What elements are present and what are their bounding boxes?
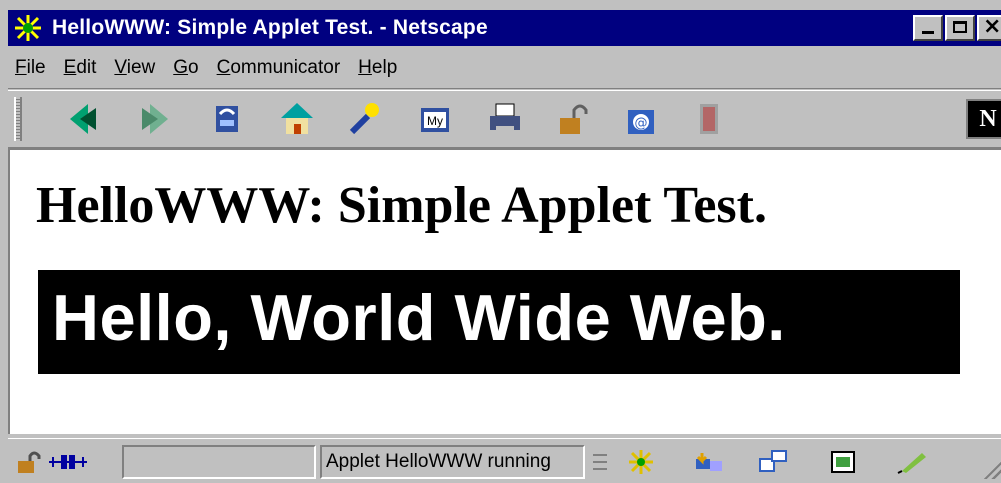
forward-button[interactable]	[134, 97, 176, 141]
window-title: HelloWWW: Simple Applet Test. - Netscape	[52, 16, 488, 39]
menu-edit[interactable]: Edit	[57, 57, 104, 79]
menu-file[interactable]: File	[8, 57, 53, 79]
svg-text:My: My	[427, 114, 443, 128]
progress-bar	[122, 445, 316, 479]
mail-component-button[interactable]	[692, 447, 726, 477]
maximize-icon	[953, 21, 967, 33]
page-content: HelloWWW: Simple Applet Test. Hello, Wor…	[8, 148, 1001, 434]
applet-text: Hello, World Wide Web.	[52, 281, 786, 354]
plug-icon	[49, 455, 87, 469]
menu-view[interactable]: View	[107, 57, 162, 79]
navigator-component-button[interactable]	[624, 447, 658, 477]
applet-area: Hello, World Wide Web.	[38, 270, 960, 374]
search-icon	[349, 103, 379, 135]
menu-help[interactable]: Help	[351, 57, 404, 79]
back-button[interactable]	[62, 97, 104, 141]
lock-icon	[18, 451, 41, 473]
close-icon: ×	[983, 14, 1001, 39]
maximize-button[interactable]	[945, 15, 975, 41]
stop-button[interactable]	[688, 97, 730, 141]
connection-status	[48, 447, 88, 477]
reload-button[interactable]	[206, 97, 248, 141]
print-icon	[490, 103, 520, 132]
svg-text:@: @	[635, 116, 648, 131]
back-icon	[70, 104, 96, 134]
page-heading: HelloWWW: Simple Applet Test.	[36, 177, 767, 234]
search-button[interactable]	[344, 97, 386, 141]
status-text: Applet HelloWWW running	[326, 451, 551, 472]
security-icon	[560, 104, 588, 134]
minimize-button[interactable]	[913, 15, 943, 41]
netscape-app-icon	[12, 12, 44, 44]
status-message-field: Applet HelloWWW running	[320, 445, 585, 479]
my-netscape-icon: My	[421, 108, 449, 132]
discussions-component-button[interactable]	[756, 447, 790, 477]
my-netscape-button[interactable]: My	[414, 97, 456, 141]
shop-icon: @	[628, 110, 654, 134]
reload-icon	[216, 106, 238, 132]
menu-communicator[interactable]: Communicator	[210, 57, 348, 79]
status-bar: Applet HelloWWW running	[8, 438, 1001, 483]
resize-grip[interactable]	[978, 451, 1001, 479]
menu-bar: File Edit View Go Communicator Help	[8, 48, 1001, 89]
home-button[interactable]	[276, 97, 318, 141]
mail-icon	[696, 453, 722, 471]
composer-icon	[831, 451, 855, 473]
netscape-logo[interactable]: N	[966, 99, 1001, 139]
home-icon	[281, 103, 313, 134]
browser-window: HelloWWW: Simple Applet Test. - Netscape…	[0, 0, 1001, 482]
security-status-button[interactable]	[12, 447, 46, 477]
shop-button[interactable]: @	[620, 97, 662, 141]
title-bar[interactable]: HelloWWW: Simple Applet Test. - Netscape…	[8, 10, 1001, 46]
navigator-icon	[629, 450, 653, 474]
toolbar-grip-handle[interactable]	[14, 97, 22, 141]
minimize-icon	[922, 31, 934, 34]
close-button[interactable]: ×	[977, 14, 1001, 41]
component-bar-grip[interactable]	[588, 447, 612, 477]
security-button[interactable]	[552, 97, 594, 141]
composer-component-button[interactable]	[826, 447, 860, 477]
forward-icon	[142, 104, 168, 134]
discussions-icon	[759, 450, 787, 472]
navigation-toolbar: My @ N	[8, 90, 1001, 149]
editor-component-button[interactable]	[896, 447, 930, 477]
print-button[interactable]	[484, 97, 526, 141]
menu-go[interactable]: Go	[166, 57, 205, 79]
grip-icon	[593, 454, 607, 470]
pen-icon	[897, 453, 926, 474]
stop-icon	[700, 104, 718, 134]
